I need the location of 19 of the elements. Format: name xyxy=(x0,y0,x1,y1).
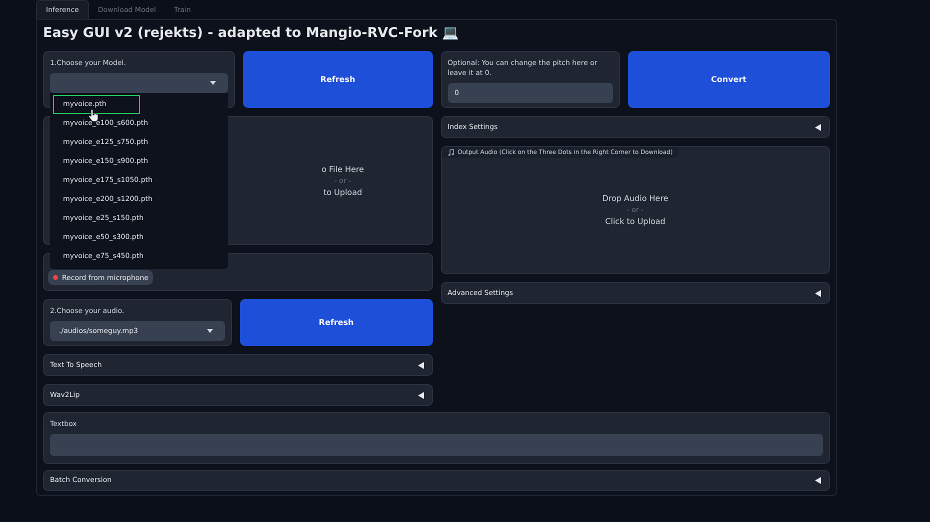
collapse-triangle-icon xyxy=(416,392,424,398)
caret-icon xyxy=(210,81,216,85)
model-dropdown[interactable] xyxy=(50,73,228,93)
collapse-triangle-icon xyxy=(814,124,821,130)
refresh-button[interactable]: Refresh xyxy=(240,299,432,346)
collapse-triangle-icon xyxy=(814,476,821,484)
drop-text: o File Here xyxy=(322,164,364,174)
music-note-icon xyxy=(448,149,454,156)
refresh-button[interactable]: Refresh xyxy=(243,51,432,108)
drop-text: Drop Audio Here xyxy=(602,194,668,203)
text-input[interactable] xyxy=(50,434,823,456)
upload-text: Click to Upload xyxy=(605,217,666,226)
record-dot-icon xyxy=(53,275,58,280)
convert-button[interactable]: Convert xyxy=(628,51,830,108)
upload-text: to Upload xyxy=(323,188,362,196)
caret-icon xyxy=(207,329,213,333)
collapse-triangle-icon xyxy=(416,362,424,368)
collapse-triangle-icon xyxy=(814,290,821,296)
page-title: Easy GUI v2 (rejekts) - adapted to Mangio-RVC-Fork 💻 xyxy=(43,24,460,42)
